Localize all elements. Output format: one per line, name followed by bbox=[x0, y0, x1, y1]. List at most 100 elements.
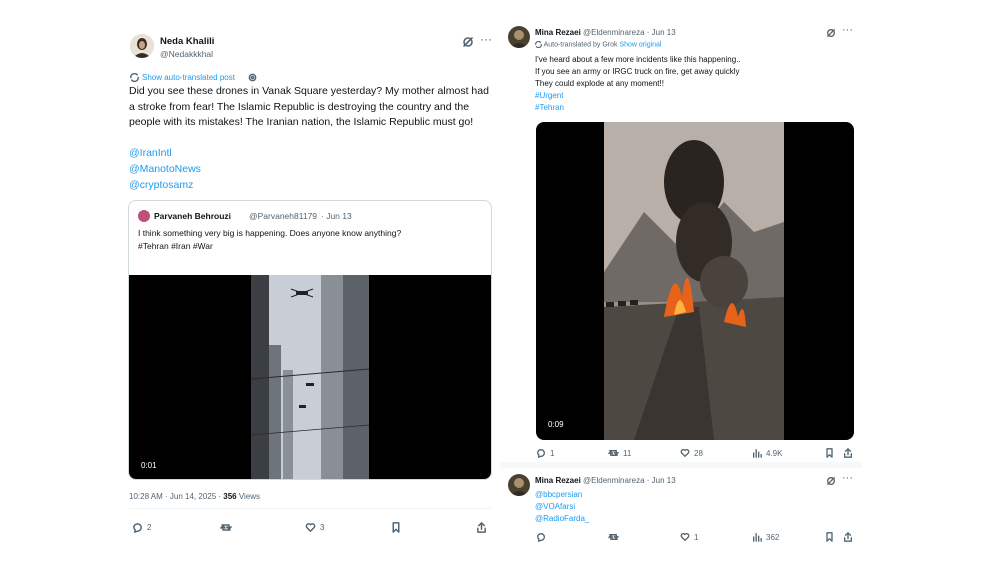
author-name[interactable]: Mina Rezaei bbox=[535, 476, 581, 485]
gear-icon[interactable] bbox=[248, 73, 257, 82]
show-original-link[interactable]: Show original bbox=[619, 41, 661, 48]
avatar[interactable] bbox=[508, 26, 530, 48]
like-icon bbox=[680, 449, 690, 457]
tweet-video[interactable]: 0:09 bbox=[536, 122, 854, 440]
reply-icon bbox=[537, 449, 545, 458]
views-button[interactable]: 4.9K bbox=[752, 448, 782, 458]
avatar[interactable] bbox=[508, 474, 530, 496]
show-translated-link[interactable]: Show auto-translated post bbox=[142, 73, 235, 82]
share-icon[interactable] bbox=[843, 532, 853, 542]
body-line: I've heard about a few more incidents li… bbox=[535, 55, 741, 64]
translate-icon bbox=[535, 40, 542, 49]
video-frame bbox=[251, 275, 369, 479]
more-icon[interactable]: ··· bbox=[842, 24, 853, 36]
timestamp[interactable]: 10:28 AM · Jun 14, 2025 · bbox=[129, 492, 223, 501]
more-icon[interactable]: ··· bbox=[480, 32, 492, 46]
like-button[interactable]: 1 bbox=[680, 532, 698, 542]
avatar-image bbox=[508, 26, 530, 48]
author-handle[interactable]: @Nedakkkhal bbox=[160, 49, 213, 59]
bookmark-icon[interactable] bbox=[825, 448, 834, 458]
grok-icon[interactable] bbox=[826, 28, 836, 38]
translate-icon bbox=[130, 73, 139, 82]
tweet-header: Mina Rezaei @Eldenminareza · Jun 13 bbox=[535, 476, 676, 485]
like-count: 3 bbox=[320, 523, 325, 532]
share-icon[interactable] bbox=[843, 448, 853, 458]
reply-button[interactable]: 1 bbox=[536, 448, 554, 458]
tweet-header: Mina Rezaei @Eldenminareza · Jun 13 bbox=[535, 28, 676, 37]
views-count: 4.9K bbox=[766, 448, 783, 458]
grok-icon[interactable] bbox=[826, 476, 836, 486]
translation-row: Auto-translated by Grok Show original bbox=[535, 40, 661, 49]
quote-video[interactable]: 0:01 bbox=[129, 275, 491, 479]
more-icon[interactable]: ··· bbox=[842, 472, 853, 484]
grok-icon[interactable] bbox=[462, 36, 474, 48]
bookmark-icon[interactable] bbox=[825, 532, 834, 542]
mention-link[interactable]: @VOAfarsi bbox=[535, 501, 589, 513]
views-count: 362 bbox=[766, 532, 780, 542]
like-icon bbox=[305, 523, 316, 532]
reply-button[interactable]: 2 bbox=[132, 522, 151, 533]
author-name[interactable]: Neda Khalili bbox=[160, 36, 214, 47]
reply-count: 1 bbox=[550, 448, 555, 458]
right-tweet-card: Mina Rezaei @Eldenminareza · Jun 13 ··· … bbox=[500, 22, 862, 460]
divider bbox=[129, 508, 491, 509]
tweet-meta: 10:28 AM · Jun 14, 2025 · 356 Views bbox=[129, 492, 260, 501]
repost-icon bbox=[608, 450, 619, 456]
author-name[interactable]: Mina Rezaei bbox=[535, 28, 581, 37]
body-line: If you see an army or IRGC truck on fire… bbox=[535, 67, 740, 76]
hashtag-link[interactable]: #Tehran bbox=[535, 102, 741, 114]
reply-button[interactable] bbox=[536, 532, 546, 542]
mention-link[interactable]: @bbcpersian bbox=[535, 489, 589, 501]
body-line: They could explode at any moment!! bbox=[535, 79, 664, 88]
reply-tweet-card: Mina Rezaei @Eldenminareza · Jun 13 ··· … bbox=[500, 470, 862, 550]
repost-icon bbox=[220, 524, 232, 531]
views-icon bbox=[753, 533, 762, 542]
like-button[interactable]: 28 bbox=[680, 448, 703, 458]
repost-button[interactable]: 11 bbox=[608, 448, 631, 458]
mention-link[interactable]: @ManotoNews bbox=[129, 162, 201, 178]
share-icon[interactable] bbox=[476, 522, 487, 533]
views-label: Views bbox=[236, 492, 261, 501]
repost-button[interactable] bbox=[220, 522, 232, 533]
video-time: 0:09 bbox=[548, 420, 564, 429]
like-count: 1 bbox=[694, 532, 699, 542]
repost-button[interactable] bbox=[608, 532, 619, 542]
avatar[interactable] bbox=[138, 210, 150, 222]
quote-text: I think something very big is happening.… bbox=[138, 228, 402, 238]
views-count: 356 bbox=[223, 492, 237, 501]
like-button[interactable]: 3 bbox=[305, 522, 324, 533]
tweet-date[interactable]: · Jun 13 bbox=[647, 28, 676, 37]
author-handle[interactable]: @Eldenminareza bbox=[583, 28, 644, 37]
views-icon bbox=[753, 449, 762, 458]
tweet-date[interactable]: · Jun 13 bbox=[647, 476, 676, 485]
divider bbox=[500, 462, 862, 468]
avatar-image bbox=[130, 34, 154, 58]
repost-icon bbox=[608, 534, 619, 540]
avatar-image bbox=[508, 474, 530, 496]
avatar[interactable] bbox=[130, 34, 154, 58]
tweet-body: I've heard about a few more incidents li… bbox=[535, 54, 741, 114]
reply-icon bbox=[133, 523, 142, 533]
reply-icon bbox=[537, 533, 545, 542]
author-handle[interactable]: @Eldenminareza bbox=[583, 476, 644, 485]
quoted-tweet[interactable]: Parvaneh Behrouzi @Parvaneh81179 · Jun 1… bbox=[128, 200, 492, 480]
mention-link[interactable]: @cryptosamz bbox=[129, 178, 193, 194]
quote-author-name[interactable]: Parvaneh Behrouzi bbox=[154, 211, 231, 221]
tweet-body: Did you see these drones in Vanak Square… bbox=[129, 85, 489, 128]
left-tweet-card: Neda Khalili @Nedakkkhal ··· Show auto-t… bbox=[120, 22, 500, 542]
like-icon bbox=[680, 533, 690, 541]
quote-date[interactable]: · Jun 13 bbox=[321, 211, 352, 221]
bookmark-icon[interactable] bbox=[391, 522, 401, 533]
mention-link[interactable]: @IranIntl bbox=[129, 146, 172, 162]
quote-author-handle[interactable]: @Parvaneh81179 bbox=[249, 211, 317, 221]
hashtag-link[interactable]: #Urgent bbox=[535, 90, 741, 102]
mention-link[interactable]: @RadioFarda_ bbox=[535, 513, 589, 525]
quote-hashtags[interactable]: #Tehran #Iran #War bbox=[138, 241, 213, 251]
repost-count: 11 bbox=[623, 448, 632, 458]
tweet-body: @bbcpersian @VOAfarsi @RadioFarda_ bbox=[535, 489, 589, 525]
reply-count: 2 bbox=[147, 523, 152, 532]
translated-by: Auto-translated by Grok bbox=[543, 41, 618, 49]
video-time: 0:01 bbox=[141, 461, 157, 470]
views-button[interactable]: 362 bbox=[752, 532, 779, 542]
like-count: 28 bbox=[694, 448, 703, 458]
